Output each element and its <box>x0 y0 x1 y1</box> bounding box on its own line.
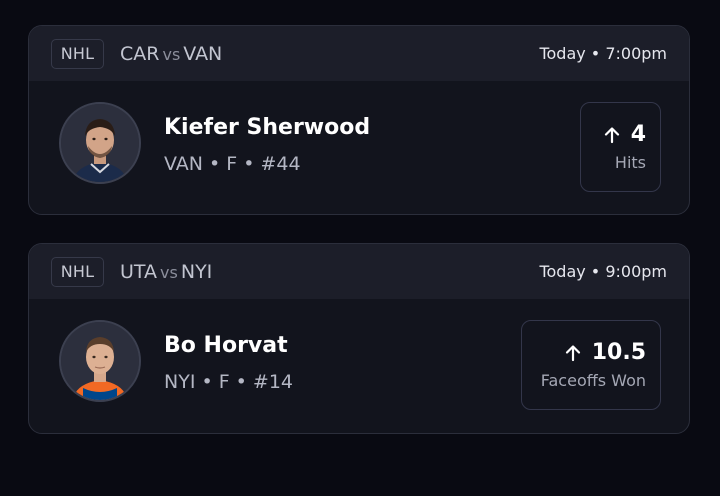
stat-value: 4 <box>630 122 646 147</box>
player-name[interactable]: Bo Horvat <box>164 333 288 358</box>
player-meta: NYI • F • #14 <box>164 371 294 393</box>
player-name[interactable]: Kiefer Sherwood <box>164 115 370 140</box>
stat-value: 10.5 <box>591 340 646 365</box>
game-time: Today • 9:00pm <box>539 262 667 281</box>
stat-projection[interactable]: 10.5 Faceoffs Won <box>521 320 661 410</box>
up-arrow-icon <box>565 344 580 361</box>
vs-label: vs <box>162 44 181 64</box>
player-meta: VAN • F • #44 <box>164 153 301 175</box>
matchup: UTA vs NYI <box>120 261 212 283</box>
pick-card[interactable]: NHL UTA vs NYI Today • 9:00pm Bo Horvat … <box>28 243 690 434</box>
away-team: CAR <box>120 42 160 65</box>
stat-label: Hits <box>614 153 646 172</box>
game-header: NHL UTA vs NYI Today • 9:00pm <box>29 244 689 299</box>
pick-body: Kiefer Sherwood VAN • F • #44 4 Hits <box>29 81 689 214</box>
up-arrow-icon <box>604 126 619 143</box>
vs-label: vs <box>160 262 178 282</box>
pick-card[interactable]: NHL CAR vs VAN Today • 7:00pm Kiefer She… <box>28 25 690 215</box>
matchup: CAR vs VAN <box>120 43 222 65</box>
away-team: UTA <box>120 260 158 283</box>
player-avatar[interactable] <box>59 102 141 184</box>
home-team: NYI <box>180 260 213 283</box>
league-badge: NHL <box>51 256 104 287</box>
league-badge: NHL <box>51 38 104 69</box>
home-team: VAN <box>183 42 223 65</box>
game-header: NHL CAR vs VAN Today • 7:00pm <box>29 26 689 81</box>
stat-value-row: 4 <box>603 122 646 147</box>
stat-label: Faceoffs Won <box>540 371 646 390</box>
stat-value-row: 10.5 <box>564 340 646 365</box>
stat-projection[interactable]: 4 Hits <box>580 102 661 192</box>
game-time: Today • 7:00pm <box>539 44 667 63</box>
player-avatar[interactable] <box>59 320 141 402</box>
pick-body: Bo Horvat NYI • F • #14 10.5 Faceoffs Wo… <box>29 299 689 433</box>
